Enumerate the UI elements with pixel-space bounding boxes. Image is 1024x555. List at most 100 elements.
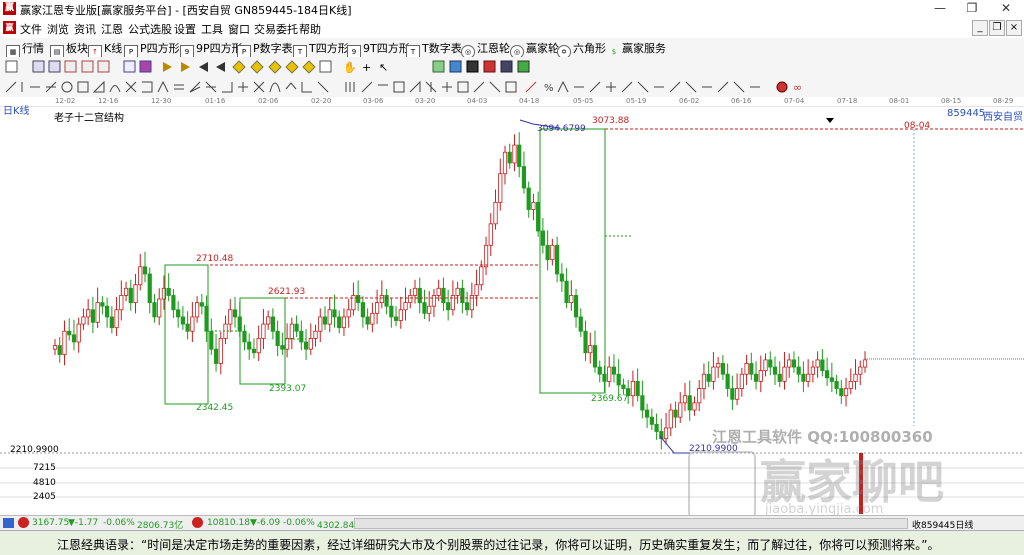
toolbar-9psquare-button[interactable]: 9 9P四方形 bbox=[180, 40, 243, 59]
crosshair-tool-icon[interactable] bbox=[238, 82, 248, 92]
infinity-icon[interactable]: ∞ bbox=[793, 81, 802, 94]
plus2-tool-icon[interactable] bbox=[606, 82, 616, 92]
dropdown-arrow-icon[interactable] bbox=[826, 118, 834, 123]
drawing-tools[interactable]: ✋ + ↖ bbox=[5, 60, 530, 74]
corner-tool-icon[interactable] bbox=[222, 82, 233, 93]
fan-tool-icon[interactable] bbox=[189, 81, 201, 93]
axis-tool-icon[interactable] bbox=[301, 82, 312, 93]
step-first-icon[interactable] bbox=[163, 62, 172, 72]
menu-tools[interactable]: 工具 bbox=[201, 21, 223, 37]
curve-tool-icon[interactable] bbox=[269, 82, 281, 93]
toolbar-kline-button[interactable]: ↑ K线 bbox=[88, 40, 122, 59]
step-next-icon[interactable] bbox=[181, 62, 190, 72]
parallel-tool-icon[interactable] bbox=[174, 84, 184, 90]
toolbar-winner-wheel-button[interactable]: ◎ 赢家轮 bbox=[510, 40, 559, 59]
menu-browse[interactable]: 浏览 bbox=[47, 21, 69, 37]
diamond-1-icon[interactable] bbox=[232, 60, 246, 74]
fib-tool-icon[interactable] bbox=[557, 80, 569, 93]
toolbar-quotes-button[interactable]: ▦ 行情 bbox=[6, 40, 44, 59]
menu-gann[interactable]: 江恩 bbox=[101, 21, 123, 37]
triangle-tool-icon[interactable] bbox=[92, 80, 105, 93]
mdi-close-icon[interactable]: × bbox=[1006, 20, 1022, 36]
export-tool-icon[interactable] bbox=[517, 60, 530, 73]
table-tool-icon[interactable] bbox=[432, 60, 445, 73]
menu-settings[interactable]: 设置 bbox=[174, 21, 196, 37]
toolbar-hexagon-button[interactable]: ✡ 六角形 bbox=[557, 40, 606, 59]
angle-tool-icon[interactable] bbox=[45, 81, 57, 93]
toolbar-gann-wheel-button[interactable]: ◎ 江恩轮 bbox=[461, 40, 510, 59]
draw-tool-7-icon[interactable] bbox=[139, 60, 152, 73]
arc-tool-icon[interactable] bbox=[109, 85, 121, 93]
gann-line-icon[interactable] bbox=[205, 81, 217, 93]
period-select-icon[interactable] bbox=[5, 60, 18, 73]
hand-icon[interactable]: ✋ bbox=[343, 61, 357, 74]
menu-formula[interactable]: 公式选股 bbox=[128, 21, 172, 37]
channel-tool-icon[interactable] bbox=[142, 81, 153, 93]
camera-tool-icon[interactable] bbox=[500, 60, 513, 73]
menu-window[interactable]: 窗口 bbox=[228, 21, 250, 37]
step-back-icon[interactable] bbox=[199, 62, 208, 72]
grid-tool-icon[interactable] bbox=[319, 60, 332, 73]
peak-tool-icon[interactable] bbox=[285, 82, 297, 90]
diamond-2-icon[interactable] bbox=[250, 60, 264, 74]
add-tool-icon[interactable] bbox=[442, 82, 452, 92]
menu-info[interactable]: 资讯 bbox=[74, 21, 96, 37]
draw-tool-4-icon[interactable] bbox=[81, 60, 94, 73]
toolbar-psquare-button[interactable]: P P四方形 bbox=[124, 40, 180, 59]
seg2-tool-icon[interactable] bbox=[637, 81, 649, 93]
seg5-tool-icon[interactable] bbox=[717, 81, 729, 93]
slope2-tool-icon[interactable] bbox=[489, 81, 501, 93]
menu-file[interactable]: 文件 bbox=[20, 21, 42, 37]
minimize-icon[interactable]: — bbox=[924, 0, 956, 18]
cursor-icon[interactable]: ↖ bbox=[379, 61, 388, 74]
toolbar-tsquare-button[interactable]: T T四方形 bbox=[293, 40, 349, 59]
seg4-tool-icon[interactable] bbox=[685, 81, 697, 93]
kline-chart[interactable]: 日K线 老子十二宫结构 859445 西安自贸 08-04 3094.6799 … bbox=[0, 106, 1024, 519]
toolbar-sector-button[interactable]: ▤ 板块 bbox=[50, 40, 88, 59]
menu-trade[interactable]: 交易委托 bbox=[254, 21, 298, 37]
percent-tool-icon[interactable]: % bbox=[544, 83, 554, 94]
trend-tool-icon[interactable] bbox=[361, 81, 373, 93]
save-tool-icon[interactable] bbox=[449, 60, 462, 73]
print-tool-icon[interactable] bbox=[466, 60, 479, 73]
frame-tool-icon[interactable] bbox=[505, 81, 517, 93]
diag-tool-icon[interactable] bbox=[317, 81, 329, 93]
status-grid-icon[interactable] bbox=[3, 518, 14, 528]
draw-tool-2-icon[interactable] bbox=[48, 60, 61, 73]
rect-tool-icon[interactable] bbox=[77, 81, 89, 93]
line-tool-icon[interactable] bbox=[5, 81, 17, 93]
alert-tool-icon[interactable] bbox=[483, 60, 496, 73]
restore-icon[interactable]: ❐ bbox=[956, 0, 988, 18]
toolbar-ptable-button[interactable]: P P数字表 bbox=[237, 40, 293, 59]
box-tool-icon[interactable] bbox=[393, 81, 405, 93]
toolbar-9tsquare-button[interactable]: 9 9T四方形 bbox=[347, 40, 410, 59]
draw-tool-6-icon[interactable] bbox=[123, 60, 136, 73]
seg3-tool-icon[interactable] bbox=[669, 81, 681, 93]
cross-tool-icon[interactable] bbox=[125, 81, 137, 93]
diamond-5-icon[interactable] bbox=[302, 60, 316, 74]
seg6-tool-icon[interactable] bbox=[733, 81, 745, 93]
horizontal-scrollbar[interactable] bbox=[354, 518, 908, 529]
ray-tool-icon[interactable] bbox=[589, 81, 601, 93]
diamond-3-icon[interactable] bbox=[268, 60, 282, 74]
seg-tool-icon[interactable] bbox=[621, 81, 633, 93]
line-tools[interactable]: % ∞ bbox=[5, 80, 802, 94]
slope-tool-icon[interactable] bbox=[473, 81, 485, 93]
plus-icon[interactable]: + bbox=[362, 61, 371, 74]
draw-tool-5-icon[interactable] bbox=[97, 60, 110, 73]
step-prev-icon[interactable] bbox=[216, 62, 225, 72]
square-tool-icon[interactable] bbox=[457, 81, 469, 93]
draw-tool-1-icon[interactable] bbox=[32, 60, 45, 73]
red-line-tool-icon[interactable] bbox=[525, 81, 537, 93]
mdi-restore-icon[interactable]: ❐ bbox=[989, 20, 1005, 36]
draw-tool-3-icon[interactable] bbox=[64, 60, 77, 73]
ratio-tool-icon[interactable] bbox=[409, 80, 421, 93]
toolbar-service-button[interactable]: $ 赢家服务 bbox=[608, 40, 666, 56]
bars-tool-icon[interactable] bbox=[345, 82, 355, 92]
diamond-4-icon[interactable] bbox=[285, 60, 299, 74]
x-tool-icon[interactable] bbox=[253, 81, 265, 93]
close-icon[interactable]: ✕ bbox=[990, 0, 1022, 18]
toolbar-ttable-button[interactable]: T T数字表 bbox=[406, 40, 462, 59]
split-tool-icon[interactable] bbox=[425, 81, 437, 93]
record-icon[interactable] bbox=[776, 81, 788, 93]
